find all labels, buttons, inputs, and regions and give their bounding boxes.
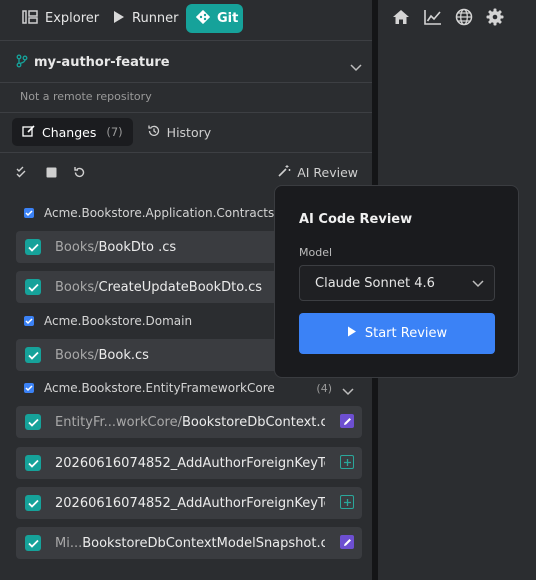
- group-count: (4): [316, 381, 332, 395]
- divider: [0, 152, 372, 153]
- file-checkbox[interactable]: [25, 414, 41, 430]
- file-name: BookDto .cs: [98, 239, 177, 255]
- file-checkbox[interactable]: [25, 535, 41, 551]
- file-checkbox[interactable]: [25, 347, 41, 363]
- group-name: Acme.Bookstore.EntityFrameworkCore: [44, 381, 275, 395]
- model-select-value: Claude Sonnet 4.6: [315, 275, 435, 291]
- file-name: 20260616074852_AddAuthorForeignKeyToB: [55, 495, 325, 511]
- magic-wand-icon: [277, 164, 291, 181]
- git-branch-icon: [16, 53, 28, 72]
- added-badge-icon: [340, 495, 354, 509]
- file-name: BookstoreDbContextModelSnapshot.cs: [82, 535, 325, 551]
- file-row[interactable]: 20260616074852_AddAuthorForeignKeyToB: [16, 487, 362, 519]
- changes-count: (7): [106, 125, 123, 139]
- divider: [0, 40, 372, 41]
- file-dir: Books/: [55, 347, 99, 363]
- tab-explorer[interactable]: Explorer: [12, 4, 109, 33]
- tab-history[interactable]: History: [137, 118, 221, 146]
- branch-selector[interactable]: my-author-feature: [0, 46, 372, 78]
- tab-changes[interactable]: Changes (7): [12, 118, 133, 146]
- file-name: CreateUpdateBookDto.cs: [98, 279, 263, 295]
- file-path: EntityFr...workCore/BookstoreDbContext.c…: [55, 415, 325, 430]
- popover-title: AI Code Review: [299, 212, 413, 227]
- tab-explorer-label: Explorer: [45, 11, 100, 26]
- model-label: Model: [299, 246, 333, 259]
- ai-review-label: AI Review: [297, 165, 358, 180]
- tab-git[interactable]: Git: [186, 4, 243, 33]
- file-path: Mi...BookstoreDbContextModelSnapshot.cs: [55, 536, 325, 551]
- start-review-button[interactable]: Start Review: [299, 313, 495, 354]
- change-group-efcore[interactable]: Acme.Bookstore.EntityFrameworkCore (4): [24, 379, 360, 397]
- ai-review-button[interactable]: AI Review: [277, 164, 358, 181]
- edit-icon: [22, 124, 36, 141]
- check-all-icon[interactable]: [15, 164, 31, 180]
- file-checkbox[interactable]: [25, 495, 41, 511]
- modified-badge-icon: [340, 535, 354, 549]
- file-row[interactable]: EntityFr...workCore/BookstoreDbContext.c…: [16, 406, 362, 438]
- tab-runner-label: Runner: [132, 11, 179, 26]
- group-checkbox[interactable]: [24, 316, 34, 326]
- view-tabs: Changes (7) History: [12, 118, 221, 146]
- branch-name: my-author-feature: [34, 54, 170, 70]
- file-dir: Books/: [55, 239, 99, 255]
- chevron-down-icon: [472, 277, 484, 292]
- chevron-down-icon[interactable]: [342, 381, 354, 400]
- file-row[interactable]: Mi...BookstoreDbContextModelSnapshot.cs: [16, 527, 362, 559]
- git-icon: [195, 9, 211, 28]
- group-checkbox[interactable]: [24, 383, 34, 393]
- group-name: Acme.Bookstore.Application.Contracts: [44, 206, 275, 220]
- repo-status: Not a remote repository: [20, 90, 152, 103]
- stop-icon[interactable]: [43, 164, 59, 180]
- divider: [0, 82, 372, 83]
- history-icon: [147, 124, 161, 141]
- file-checkbox[interactable]: [25, 279, 41, 295]
- start-review-label: Start Review: [364, 326, 448, 341]
- file-name: 20260616074852_AddAuthorForeignKeyToB: [55, 455, 325, 471]
- panel-tabs: Explorer Runner Git: [0, 0, 372, 40]
- file-name: BookstoreDbContext.cs: [181, 414, 325, 430]
- refresh-icon[interactable]: [71, 164, 87, 180]
- globe-icon[interactable]: [455, 8, 473, 26]
- modified-badge-icon: [340, 414, 354, 428]
- gear-icon[interactable]: [486, 8, 504, 26]
- file-checkbox[interactable]: [25, 239, 41, 255]
- file-path: 20260616074852_AddAuthorForeignKeyToB: [55, 456, 325, 471]
- chevron-down-icon[interactable]: [350, 57, 362, 76]
- file-row[interactable]: 20260616074852_AddAuthorForeignKeyToB: [16, 447, 362, 479]
- group-checkbox[interactable]: [24, 208, 34, 218]
- play-icon: [347, 326, 357, 341]
- tab-changes-label: Changes: [42, 124, 97, 140]
- added-badge-icon: [340, 455, 354, 469]
- chart-icon[interactable]: [424, 8, 442, 26]
- ai-review-popover: AI Code Review Model Claude Sonnet 4.6 S…: [274, 185, 519, 378]
- group-name: Acme.Bookstore.Domain: [44, 314, 193, 328]
- model-select[interactable]: Claude Sonnet 4.6: [299, 265, 495, 301]
- file-dir: Books/: [55, 279, 99, 295]
- tab-history-label: History: [166, 124, 212, 140]
- file-dir: Mi...: [55, 535, 83, 551]
- file-name: Book.cs: [98, 347, 149, 363]
- changes-toolbar: AI Review: [0, 160, 372, 184]
- home-icon[interactable]: [392, 8, 410, 26]
- tab-runner[interactable]: Runner: [103, 4, 189, 33]
- play-icon: [113, 10, 125, 28]
- file-checkbox[interactable]: [25, 455, 41, 471]
- divider: [0, 112, 372, 113]
- explorer-icon: [22, 9, 38, 28]
- file-dir: EntityFr...workCore/: [55, 414, 182, 430]
- tab-git-label: Git: [217, 11, 239, 26]
- file-path: 20260616074852_AddAuthorForeignKeyToB: [55, 496, 325, 511]
